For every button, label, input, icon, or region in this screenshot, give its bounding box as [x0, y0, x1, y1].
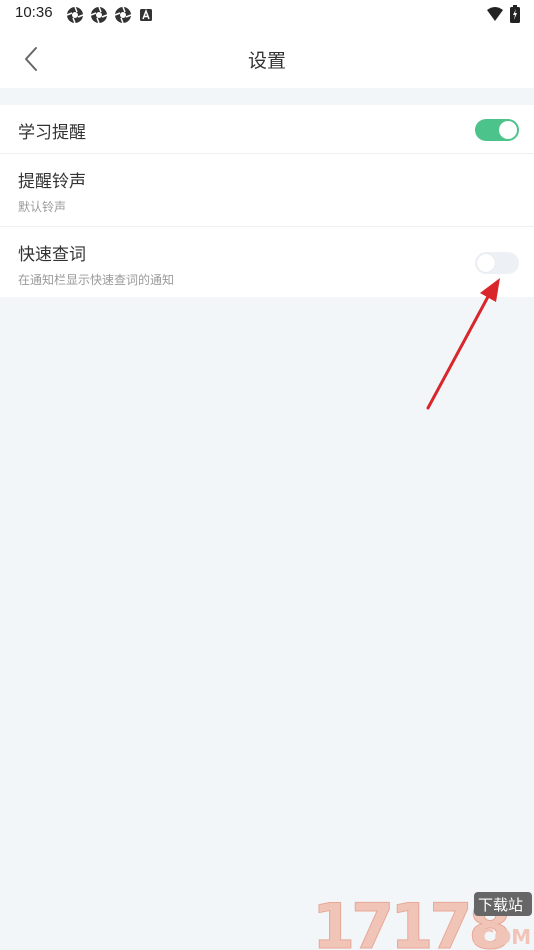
page-title: 设置 [247, 50, 286, 72]
watermark-domain: .COM [472, 925, 531, 949]
aperture-icon [114, 6, 132, 24]
setting-title: 提醒铃声 [18, 172, 86, 192]
notification-icons [66, 6, 154, 24]
wifi-icon [487, 7, 503, 21]
watermark-badge: 下载站 [478, 896, 523, 914]
aperture-icon [66, 6, 84, 24]
setting-title: 学习提醒 [18, 123, 86, 143]
setting-row-study-reminder[interactable]: 学习提醒 [0, 105, 534, 154]
study-reminder-toggle[interactable] [475, 119, 519, 141]
toggle-knob [499, 121, 517, 139]
annotation-arrow-icon [426, 278, 500, 410]
aperture-icon [90, 6, 108, 24]
setting-subtitle: 默认铃声 [18, 200, 67, 214]
battery-charging-icon [510, 5, 520, 23]
toggle-knob [477, 254, 495, 272]
setting-title: 快速查词 [18, 245, 86, 265]
system-icons [486, 5, 520, 23]
status-time: 10:36 [15, 4, 53, 21]
a-badge-icon [140, 8, 152, 21]
setting-row-reminder-ringtone[interactable]: 提醒铃声 默认铃声 [0, 154, 534, 227]
watermark-logo: 17178 下载站 .COM [312, 890, 532, 950]
quick-lookup-toggle[interactable] [475, 252, 519, 274]
app-bar: 设置 [0, 28, 534, 88]
setting-subtitle: 在通知栏显示快速查词的通知 [18, 273, 175, 287]
settings-list: 学习提醒 提醒铃声 默认铃声 快速查词 在通知栏显示快速查词的通知 [0, 105, 534, 297]
status-bar: 10:36 [0, 0, 534, 28]
